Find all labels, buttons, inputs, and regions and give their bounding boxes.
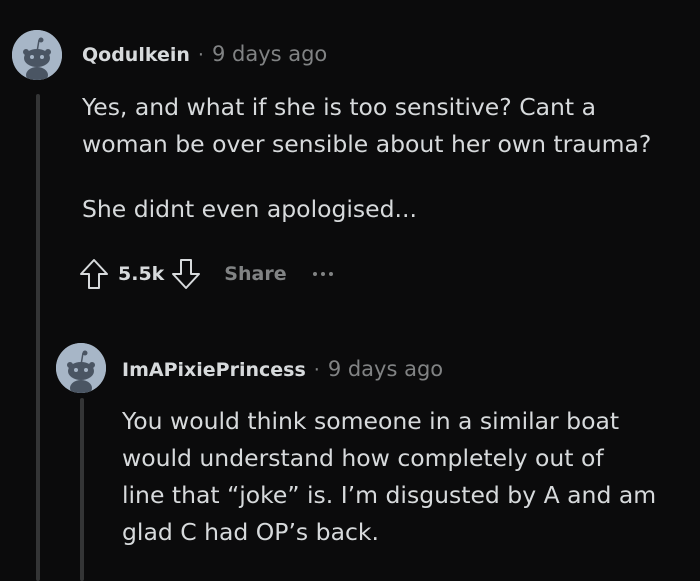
comment-body: Yes, and what if she is too sensitive? C… <box>82 89 651 228</box>
meta-separator: · <box>197 44 204 66</box>
comment-line: She didnt even apologised... <box>82 195 417 223</box>
username-link[interactable]: Qodulkein <box>82 44 190 66</box>
comment-line: line that “joke” is. I’m disgusted by A … <box>122 481 657 509</box>
upvote-icon[interactable] <box>78 257 110 291</box>
comment-thread: Qodulkein · 9 days ago Yes, and what if … <box>0 0 700 581</box>
timestamp[interactable]: 9 days ago <box>328 357 443 381</box>
comment-line: glad C had OP’s back. <box>122 518 379 546</box>
share-button[interactable]: Share <box>224 263 286 285</box>
avatar[interactable] <box>12 30 62 80</box>
comment-line: You would think someone in a similar boa… <box>122 407 620 435</box>
thread-line-comment-1[interactable] <box>36 94 40 581</box>
timestamp[interactable]: 9 days ago <box>212 42 327 66</box>
avatar[interactable] <box>56 343 106 393</box>
vote-score: 5.5k <box>118 263 165 285</box>
more-options-icon[interactable] <box>312 272 333 276</box>
downvote-icon[interactable] <box>170 257 202 291</box>
comment-body: You would think someone in a similar boa… <box>122 403 656 551</box>
meta-separator: · <box>313 359 320 381</box>
thread-line-comment-2[interactable] <box>80 398 84 581</box>
comment-meta: Qodulkein · 9 days ago <box>82 42 327 66</box>
comment-line: woman be over sensible about her own tra… <box>82 130 652 158</box>
comment-actions: 5.5k Share <box>78 257 333 291</box>
comment-meta: ImAPixiePrincess · 9 days ago <box>122 357 443 381</box>
username-link[interactable]: ImAPixiePrincess <box>122 359 306 381</box>
comment-line: Yes, and what if she is too sensitive? C… <box>82 93 596 121</box>
comment-line: would understand how completely out of <box>122 444 604 472</box>
reddit-snoo-avatar-icon <box>56 343 106 393</box>
reddit-snoo-avatar-icon <box>12 30 62 80</box>
